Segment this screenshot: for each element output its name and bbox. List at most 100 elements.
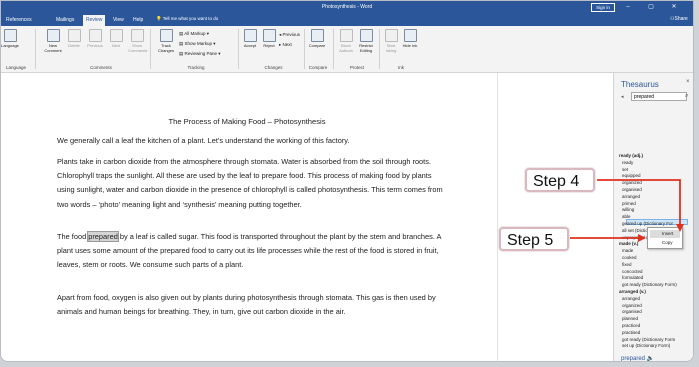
thesaurus-pane: Thesaurus × ◂ prepared ⌕ prepared 🔈 read… xyxy=(613,73,693,361)
thesaurus-word[interactable]: practised xyxy=(622,330,640,335)
globe-icon xyxy=(3,29,17,42)
hide-ink-button[interactable]: Hide Ink xyxy=(401,29,419,48)
thesaurus-word[interactable]: equipped xyxy=(622,173,641,178)
tell-me-text: Tell me what you want to do xyxy=(162,16,219,21)
divider xyxy=(304,29,305,69)
step-4-callout: Step 4 xyxy=(525,168,595,192)
tab-review[interactable]: Review xyxy=(83,15,106,26)
thesaurus-word[interactable]: fixed xyxy=(622,262,632,267)
delete-label: Delete xyxy=(68,43,80,48)
thesaurus-word[interactable]: cooked xyxy=(622,255,637,260)
group-comments-label: Comments xyxy=(90,65,112,70)
thesaurus-word[interactable]: ready xyxy=(622,160,633,165)
close-pane-icon[interactable]: × xyxy=(686,79,690,85)
thesaurus-search-input[interactable]: prepared xyxy=(631,92,687,101)
paragraph-3-start: The food xyxy=(57,232,89,241)
new-comment-button[interactable]: New Comment xyxy=(44,29,62,53)
thesaurus-category[interactable]: ready (adj.) xyxy=(619,153,643,158)
start-inking-label: Start Inking xyxy=(385,43,397,53)
thesaurus-word[interactable]: organised xyxy=(622,187,642,192)
previous-label: Previous xyxy=(87,43,103,48)
thesaurus-word[interactable]: organized xyxy=(622,303,642,308)
next-change-button[interactable]: ▸ Next xyxy=(279,42,292,48)
markup-value: All Markup xyxy=(184,31,206,36)
close-button[interactable]: ✕ xyxy=(667,2,681,12)
delete-comment-button[interactable]: Delete xyxy=(65,29,83,48)
accept-label: Accept xyxy=(243,43,257,48)
document-title: Photosynthesis - Word xyxy=(321,4,373,10)
search-icon[interactable]: ⌕ xyxy=(685,93,688,100)
next-comment-icon xyxy=(109,29,123,42)
thesaurus-category[interactable]: arranged (v.) xyxy=(619,289,646,294)
group-ink-label: Ink xyxy=(397,65,404,70)
chevron-down-icon: ▾ xyxy=(212,41,216,46)
divider xyxy=(150,29,151,69)
restore-button[interactable]: ▢ xyxy=(644,2,658,12)
compare-button[interactable]: Compare xyxy=(308,29,326,48)
block-authors-button[interactable]: Block Authors xyxy=(337,29,355,53)
thesaurus-word[interactable]: able xyxy=(622,214,631,219)
tab-references[interactable]: References xyxy=(6,16,32,26)
back-arrow-icon[interactable]: ◂ xyxy=(621,94,624,100)
thesaurus-word[interactable]: made xyxy=(622,248,633,253)
thesaurus-word[interactable]: practiced xyxy=(622,323,640,328)
thesaurus-word[interactable]: willing xyxy=(622,207,634,212)
previous-comment-button[interactable]: Previous xyxy=(86,29,104,48)
menu-item-insert[interactable]: Insert xyxy=(650,230,680,238)
pen-icon xyxy=(384,29,398,42)
thesaurus-word[interactable]: planned xyxy=(622,316,638,321)
minimize-button[interactable]: – xyxy=(621,2,635,12)
track-changes-button[interactable]: Track Changes xyxy=(157,29,175,53)
show-comments-label: Show Comments xyxy=(128,43,148,53)
context-menu: Insert Copy xyxy=(647,227,683,249)
paragraph-3: The food prepared by a leaf is called su… xyxy=(57,230,447,273)
tell-me-search[interactable]: 💡 Tell me what you want to do xyxy=(156,16,218,22)
thesaurus-word[interactable]: got ready (Dictionary Form xyxy=(622,337,675,342)
previous-change-button[interactable]: ◂ Previous xyxy=(279,32,300,38)
thesaurus-word[interactable]: organized xyxy=(622,180,642,185)
reject-icon xyxy=(262,29,276,42)
accept-button[interactable]: Accept xyxy=(241,29,259,48)
thesaurus-word[interactable]: geared up (Dictionary For xyxy=(622,221,673,226)
thesaurus-word[interactable]: primed xyxy=(622,201,636,206)
thesaurus-word[interactable]: arranged xyxy=(622,296,640,301)
reviewing-pane-label: Reviewing Pane xyxy=(184,51,218,56)
thesaurus-word[interactable]: set xyxy=(622,167,628,172)
thesaurus-word[interactable]: set up (Dictionary Form) xyxy=(622,343,670,348)
language-label: Language xyxy=(1,43,19,48)
sign-in-button[interactable]: Sign in xyxy=(591,3,615,12)
lightbulb-icon: 💡 xyxy=(156,16,162,21)
restrict-editing-button[interactable]: Restrict Editing xyxy=(357,29,375,53)
new-comment-icon xyxy=(46,29,60,42)
show-comments-icon xyxy=(130,29,144,42)
thesaurus-word[interactable]: arranged xyxy=(622,194,640,199)
thesaurus-word[interactable]: organised xyxy=(622,309,642,314)
hide-ink-label: Hide Ink xyxy=(402,43,418,48)
tab-mailings[interactable]: Mailings xyxy=(56,16,74,26)
compare-icon xyxy=(310,29,324,42)
group-tracking-label: Tracking xyxy=(187,65,205,70)
selected-word[interactable]: prepared xyxy=(87,231,119,242)
share-button[interactable]: ⚇Share xyxy=(670,16,688,22)
next-label: Next xyxy=(111,43,121,48)
reviewing-pane-button[interactable]: ▤ Reviewing Pane ▾ xyxy=(179,51,221,57)
language-button[interactable]: Language xyxy=(1,29,19,48)
thesaurus-word[interactable]: concocted xyxy=(622,269,643,274)
start-inking-button[interactable]: Start Inking xyxy=(382,29,400,53)
thesaurus-word[interactable]: got ready (Dictionary Form) xyxy=(622,282,677,287)
show-markup-button[interactable]: ▤ Show Markup ▾ xyxy=(179,41,216,47)
tab-help[interactable]: Help xyxy=(133,16,143,26)
markup-dropdown[interactable]: ▤ All Markup ▾ xyxy=(179,31,209,37)
speaker-icon[interactable]: 🔈 xyxy=(647,356,654,361)
menu-item-copy[interactable]: Copy xyxy=(650,239,680,247)
share-label: Share xyxy=(674,16,688,22)
thesaurus-category[interactable]: made (v.) xyxy=(619,241,638,246)
next-comment-button[interactable]: Next xyxy=(107,29,125,48)
tab-view[interactable]: View xyxy=(113,16,124,26)
hide-ink-icon xyxy=(403,29,417,42)
previous-change-label: Previous xyxy=(282,32,301,37)
reject-button[interactable]: Reject xyxy=(260,29,278,48)
thesaurus-word[interactable]: formulated xyxy=(622,275,643,280)
show-comments-button[interactable]: Show Comments xyxy=(128,29,148,53)
delete-comment-icon xyxy=(67,29,81,42)
